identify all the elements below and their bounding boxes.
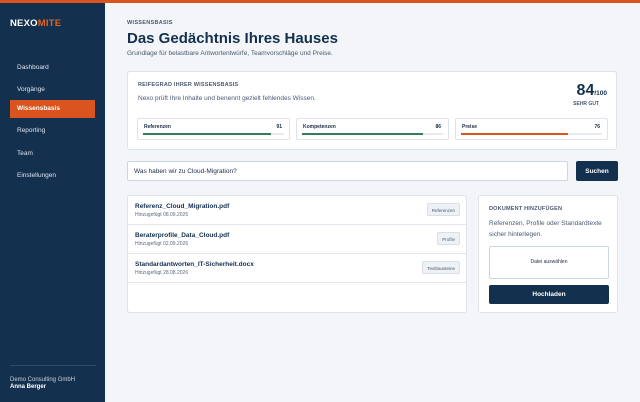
metric-kompetenzen: Kompetenzen 86 [296,118,449,140]
upload-card: DOKUMENT HINZUFÜGEN Referenzen, Profile … [478,195,618,313]
readiness-score: 84/100 [577,82,607,100]
metric-value: 91 [276,124,282,130]
metric-preise: Preise 76 [455,118,608,140]
sidebar-item-einstellungen[interactable]: Einstellungen [10,167,95,185]
document-date: Hinzugefügt 02.09.2026 [135,241,189,247]
readiness-description: Nexo prüft Ihre Inhalte und benennt gezi… [138,95,316,102]
score-rating: SEHR GUT [573,101,599,107]
score-value: 84 [576,82,595,99]
upload-button[interactable]: Hochladen [489,285,609,304]
metric-progress-track [302,133,443,135]
company-name: Demo Consulting GmbH [10,377,76,383]
page-subtitle: Grundlage für belastbare Antwortentwürfe… [127,50,333,57]
metric-referenzen: Referenzen 91 [137,118,290,140]
document-date: Hinzugefügt 28.08.2026 [135,270,189,276]
document-tag: Profile [437,232,460,245]
metric-value: 76 [594,124,600,130]
app-logo[interactable]: NEXOMITE [10,18,61,29]
sidebar-item-reporting[interactable]: Reporting [10,122,95,140]
sidebar-item-wissensbasis[interactable]: Wissensbasis [10,100,95,118]
document-row[interactable]: Standardantworten_IT-Sicherheit.docx Hin… [128,254,466,283]
document-list: Referenz_Cloud_Migration.pdf Hinzugefügt… [127,195,467,313]
score-max: /100 [594,90,607,97]
user-name: Anna Berger [10,384,47,390]
search-button[interactable]: Suchen [576,161,618,181]
metric-progress-fill [143,133,272,135]
metric-progress-fill [461,133,569,135]
document-tag: Referenzen [426,203,460,216]
document-tag: Textbausteine [422,261,460,274]
sidebar-divider [10,365,96,366]
metric-value: 86 [435,124,441,130]
upload-title: DOKUMENT HINZUFÜGEN [489,206,563,212]
sidebar-item-team[interactable]: Team [10,145,95,163]
search-input[interactable] [127,161,568,181]
page-title: Das Gedächtnis Ihres Hauses [127,30,338,47]
document-row[interactable]: Referenz_Cloud_Migration.pdf Hinzugefügt… [128,196,466,225]
document-name[interactable]: Referenz_Cloud_Migration.pdf [135,203,229,210]
metric-name: Preise [462,124,478,130]
readiness-card: REIFEGRAD IHRER WISSENSBASIS Nexo prüft … [127,71,617,150]
upload-description: Referenzen, Profile oder Standardtexte s… [489,220,602,238]
breadcrumb: WISSENSBASIS [127,20,173,26]
file-select-dropzone[interactable]: Datei auswählen [489,246,609,279]
metric-progress-track [143,133,284,135]
metric-progress-fill [302,133,424,135]
metric-name: Referenzen [144,124,171,130]
readiness-label: REIFEGRAD IHRER WISSENSBASIS [138,82,239,88]
document-date: Hinzugefügt 08.09.2026 [135,212,189,218]
sidebar-item-vorgaenge[interactable]: Vorgänge [10,81,95,99]
sidebar-item-dashboard[interactable]: Dashboard [10,59,95,77]
sidebar: NEXOMITE Dashboard Vorgänge Wissensbasis… [0,3,105,402]
document-name[interactable]: Beraterprofile_Data_Cloud.pdf [135,232,229,239]
metric-name: Kompetenzen [303,124,336,130]
document-row[interactable]: Beraterprofile_Data_Cloud.pdf Hinzugefüg… [128,225,466,254]
metric-progress-track [461,133,602,135]
document-name[interactable]: Standardantworten_IT-Sicherheit.docx [135,261,254,268]
